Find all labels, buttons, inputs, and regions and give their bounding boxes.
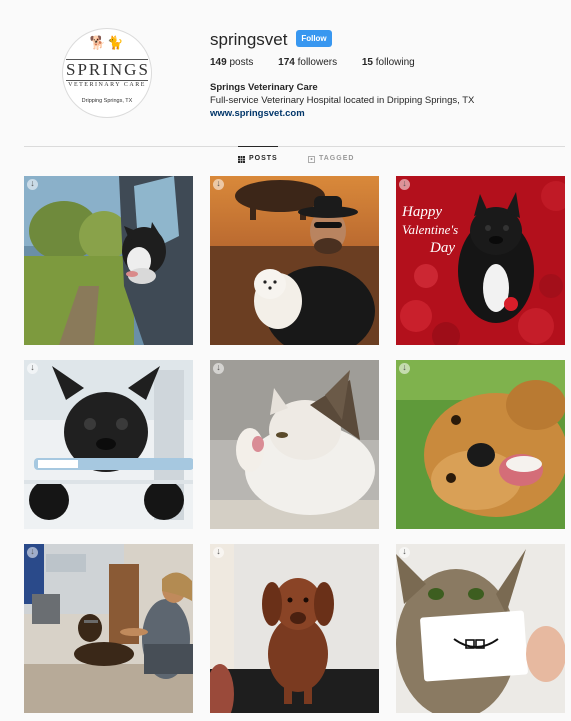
tag-icon [308, 155, 315, 163]
tab-tagged-label: TAGGED [319, 155, 355, 162]
download-icon [213, 362, 224, 374]
post-tile[interactable]: Happy Valentine's Day [396, 176, 565, 345]
profile-header: 🐕🐈 SPRINGS VETERINARY CARE Dripping Spri… [0, 0, 571, 140]
valentine-text-2: Valentine's [402, 222, 458, 237]
profile-bio: Full-service Veterinary Hospital located… [210, 95, 475, 106]
tab-posts[interactable]: POSTS [238, 146, 278, 171]
download-icon [399, 362, 410, 374]
logo-subtitle: VETERINARY CARE [68, 82, 146, 88]
profile-website-link[interactable]: www.springsvet.com [210, 108, 305, 119]
valentine-text-3: Day [429, 240, 455, 256]
post-image: Happy Valentine's Day [396, 176, 565, 345]
download-icon [399, 178, 410, 190]
post-image [396, 360, 565, 529]
post-image [210, 544, 379, 713]
tab-tagged[interactable]: TAGGED [308, 147, 354, 171]
follow-button[interactable]: Follow [296, 30, 332, 47]
logo-name: SPRINGS [66, 59, 150, 81]
post-tile[interactable] [210, 544, 379, 713]
download-icon [27, 546, 38, 558]
grid-icon [238, 155, 245, 163]
post-tile[interactable] [24, 176, 193, 345]
pets-silhouette-icon: 🐕🐈 [89, 35, 125, 50]
post-image [396, 544, 565, 713]
download-icon [27, 178, 38, 190]
post-tile[interactable] [24, 360, 193, 529]
tab-posts-label: POSTS [249, 155, 278, 162]
profile-stats: 149 posts 174 followers 15 following [210, 57, 437, 68]
profile-username: springsvet [210, 30, 288, 49]
valentine-text-1: Happy [401, 204, 442, 220]
post-tile[interactable] [24, 544, 193, 713]
post-tile[interactable] [210, 360, 379, 529]
logo-location: Dripping Springs, TX [81, 98, 133, 104]
following-stat[interactable]: 15 following [362, 57, 415, 68]
post-tile[interactable] [210, 176, 379, 345]
post-image [210, 360, 379, 529]
profile-logo[interactable]: 🐕🐈 SPRINGS VETERINARY CARE Dripping Spri… [62, 28, 152, 118]
post-image [24, 176, 193, 345]
post-image [24, 360, 193, 529]
download-icon [27, 362, 38, 374]
post-tile[interactable] [396, 360, 565, 529]
post-tile[interactable] [396, 544, 565, 713]
posts-stat: 149 posts [210, 57, 254, 68]
post-image [24, 544, 193, 713]
profile-tabs: POSTS TAGGED [0, 146, 571, 171]
download-icon [213, 546, 224, 558]
profile-full-name: Springs Veterinary Care [210, 82, 318, 93]
followers-stat[interactable]: 174 followers [278, 57, 337, 68]
download-icon [399, 546, 410, 558]
download-icon [213, 178, 224, 190]
post-image [210, 176, 379, 345]
